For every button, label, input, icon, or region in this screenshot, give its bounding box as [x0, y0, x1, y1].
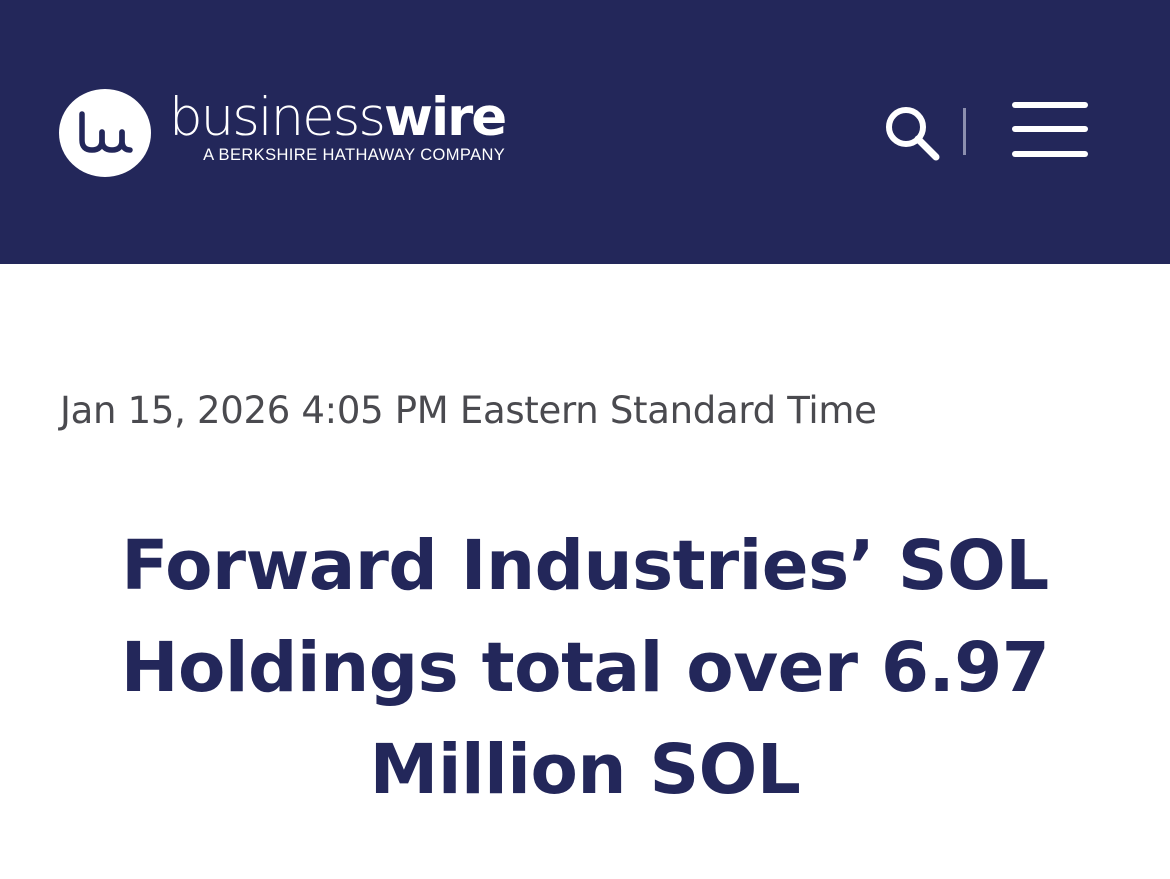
menu-button[interactable]	[1010, 100, 1090, 162]
search-button[interactable]	[881, 102, 943, 164]
hamburger-menu-icon-bar-top	[1012, 102, 1088, 108]
brand-name-bold: wire	[384, 87, 507, 148]
bw-monogram-icon	[59, 89, 151, 177]
article-timestamp: Jan 15, 2026 4:05 PM Eastern Standard Ti…	[60, 389, 877, 432]
search-icon	[886, 107, 940, 161]
site-header: businesswire A BERKSHIRE HATHAWAY COMPAN…	[0, 0, 1170, 264]
article-headline: Forward Industries’ SOL Holdings total o…	[120, 526, 1050, 810]
brand-tagline: A BERKSHIRE HATHAWAY COMPANY	[203, 146, 506, 164]
brand-wordmark: businesswire A BERKSHIRE HATHAWAY COMPAN…	[169, 91, 507, 165]
brand-name: businesswire	[169, 91, 507, 145]
hamburger-menu-icon-bar-middle	[1012, 126, 1088, 132]
businesswire-logo-link[interactable]: businesswire A BERKSHIRE HATHAWAY COMPAN…	[59, 89, 507, 177]
brand-name-light: business	[169, 87, 386, 148]
hamburger-menu-icon-bar-bottom	[1012, 151, 1088, 157]
header-divider	[963, 108, 966, 155]
